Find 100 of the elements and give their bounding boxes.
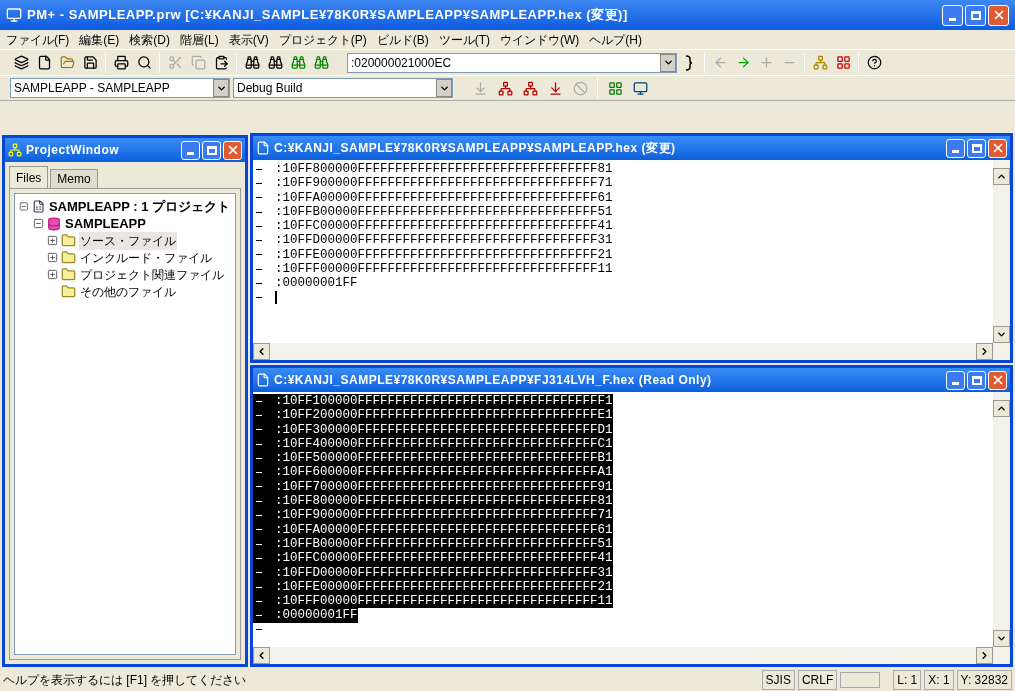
line-marker-icon	[256, 557, 262, 559]
close-button[interactable]	[223, 140, 242, 160]
editor-title: C:¥KANJI_SAMPLE¥78K0R¥SAMPLEAPP¥SAMPLEAPP.hex (変更)	[274, 140, 676, 157]
hex-line: :10FFB00000FFFFFFFFFFFFFFFFFFFFFFFFFFFFFFFF51	[275, 204, 613, 220]
line-marker-icon	[256, 629, 262, 631]
line-marker-icon	[256, 486, 262, 488]
status-position: Y: 32832	[956, 670, 1012, 690]
status-column: X: 1	[924, 670, 954, 690]
status-line-ending: CRLF	[797, 670, 838, 690]
line-marker-icon	[256, 400, 262, 402]
hex-line: :10FFF00000FFFFFFFFFFFFFFFFFFFFFFFFFFFFFFFF11	[275, 262, 613, 277]
hex-line: :10FFE00000FFFFFFFFFFFFFFFFFFFFFFFFFFFFFFFF21	[275, 247, 613, 263]
maximize-button[interactable]	[965, 4, 986, 26]
collapse-icon[interactable]	[19, 201, 29, 212]
line-marker-icon	[256, 225, 262, 227]
menu-item[interactable]: 検索(D)	[129, 30, 170, 49]
line-marker-icon	[256, 543, 262, 545]
hex-line: :10FF900000FFFFFFFFFFFFFFFFFFFFFFFFFFFFFFFF71	[275, 176, 613, 191]
folder-icon	[61, 267, 76, 282]
hex-line: :10FFD00000FFFFFFFFFFFFFFFFFFFFFFFFFFFFFFFF31	[275, 233, 613, 248]
menu-item[interactable]: ツール(T)	[438, 30, 490, 49]
menu-item[interactable]: 編集(E)	[79, 30, 120, 49]
status-panel	[840, 672, 881, 688]
hex-line: :10FFC00000FFFFFFFFFFFFFFFFFFFFFFFFFFFFFFFF41	[275, 219, 613, 234]
maximize-button[interactable]	[967, 370, 986, 390]
minimize-button[interactable]	[181, 140, 200, 160]
scroll-left-icon[interactable]	[253, 647, 270, 664]
line-marker-icon	[256, 586, 262, 588]
line-marker-icon	[256, 268, 262, 270]
line-marker-icon	[256, 472, 262, 474]
scroll-down-icon[interactable]	[993, 326, 1010, 343]
line-marker-icon	[256, 254, 262, 256]
app-icon	[6, 7, 22, 23]
line-marker-icon	[256, 429, 262, 431]
status-encoding: SJIS	[761, 670, 795, 690]
collapse-icon[interactable]	[33, 218, 44, 229]
tree-item[interactable]: その他のファイル	[79, 282, 177, 301]
menu-item[interactable]: ビルド(B)	[376, 30, 429, 49]
minimize-button[interactable]	[946, 370, 965, 390]
menu-item[interactable]: 階層(L)	[180, 30, 219, 49]
tab[interactable]: Files	[9, 166, 49, 188]
document-icon	[256, 373, 270, 387]
dropdown-field[interactable]: :020000021000EC	[347, 52, 677, 73]
tree-item[interactable]: ソース・ファイル	[79, 231, 177, 250]
minimize-button[interactable]	[946, 138, 965, 158]
line-marker-icon	[256, 211, 262, 213]
menu-item[interactable]: ファイル(F)	[6, 30, 70, 49]
line-marker-icon	[256, 529, 262, 531]
scroll-down-icon[interactable]	[993, 630, 1010, 647]
line-marker-icon	[256, 500, 262, 502]
menu-item[interactable]: 表示(V)	[228, 30, 269, 49]
menu-item[interactable]: ウインドウ(W)	[500, 30, 580, 49]
line-marker-icon	[256, 443, 262, 445]
scrollbar[interactable]	[993, 160, 1010, 343]
line-marker-icon	[256, 197, 262, 199]
close-button[interactable]	[988, 370, 1007, 390]
dropdown-field[interactable]: SAMPLEAPP - SAMPLEAPP	[10, 78, 230, 98]
tab[interactable]: Memo	[50, 169, 98, 188]
folder-icon	[61, 284, 76, 299]
dropdown-field[interactable]: Debug Build	[233, 78, 453, 98]
document-icon	[256, 141, 270, 155]
line-marker-icon	[256, 168, 262, 170]
line-marker-icon	[256, 297, 262, 299]
scroll-left-icon[interactable]	[253, 343, 270, 360]
expand-icon[interactable]	[47, 269, 58, 280]
menu-item[interactable]: ヘルプ(H)	[589, 30, 642, 49]
tree-item[interactable]: プロジェクト関連ファイル	[79, 265, 225, 284]
scrollbar[interactable]	[253, 343, 1010, 360]
minimize-button[interactable]	[942, 4, 963, 26]
scroll-right-icon[interactable]	[976, 343, 993, 360]
line-marker-icon	[256, 457, 262, 459]
scroll-right-icon[interactable]	[976, 647, 993, 664]
maximize-button[interactable]	[967, 138, 986, 158]
line-marker-icon	[256, 182, 262, 184]
line-marker-icon	[256, 240, 262, 242]
expand-icon[interactable]	[47, 235, 58, 246]
workspace-icon	[31, 199, 45, 214]
close-button[interactable]	[988, 4, 1009, 26]
line-marker-icon	[256, 572, 262, 574]
scroll-up-icon[interactable]	[993, 400, 1010, 417]
menu-item[interactable]: プロジェクト(P)	[278, 30, 367, 49]
folder-icon	[61, 250, 76, 265]
line-marker-icon	[256, 283, 262, 284]
hex-line: :00000001FF	[275, 276, 358, 291]
scrollbar[interactable]	[993, 392, 1010, 647]
line-marker-icon	[256, 414, 262, 416]
maximize-button[interactable]	[202, 140, 221, 160]
editor-title: C:¥KANJI_SAMPLE¥78K0R¥SAMPLEAPP¥FJ314LVH_F.hex (Read Only)	[274, 372, 712, 389]
close-button[interactable]	[988, 138, 1007, 158]
expand-icon[interactable]	[47, 252, 58, 263]
line-marker-icon	[256, 600, 262, 602]
scroll-up-icon[interactable]	[993, 168, 1010, 185]
line-marker-icon	[256, 615, 262, 617]
tree-item[interactable]: インクルード・ファイル	[79, 248, 213, 267]
panel-title: ProjectWindow	[26, 142, 120, 159]
database-icon	[47, 216, 61, 231]
line-marker-icon	[256, 515, 262, 516]
status-message: ヘルプを表示するには [F1] を押してください	[3, 672, 248, 689]
window-title: PM+ - SAMPLEAPP.prw [C:¥KANJI_SAMPLE¥78K0R¥SAMPLEAPP¥SAMPLEAPP.hex (変更)]	[27, 6, 628, 25]
scrollbar[interactable]	[253, 647, 1010, 664]
